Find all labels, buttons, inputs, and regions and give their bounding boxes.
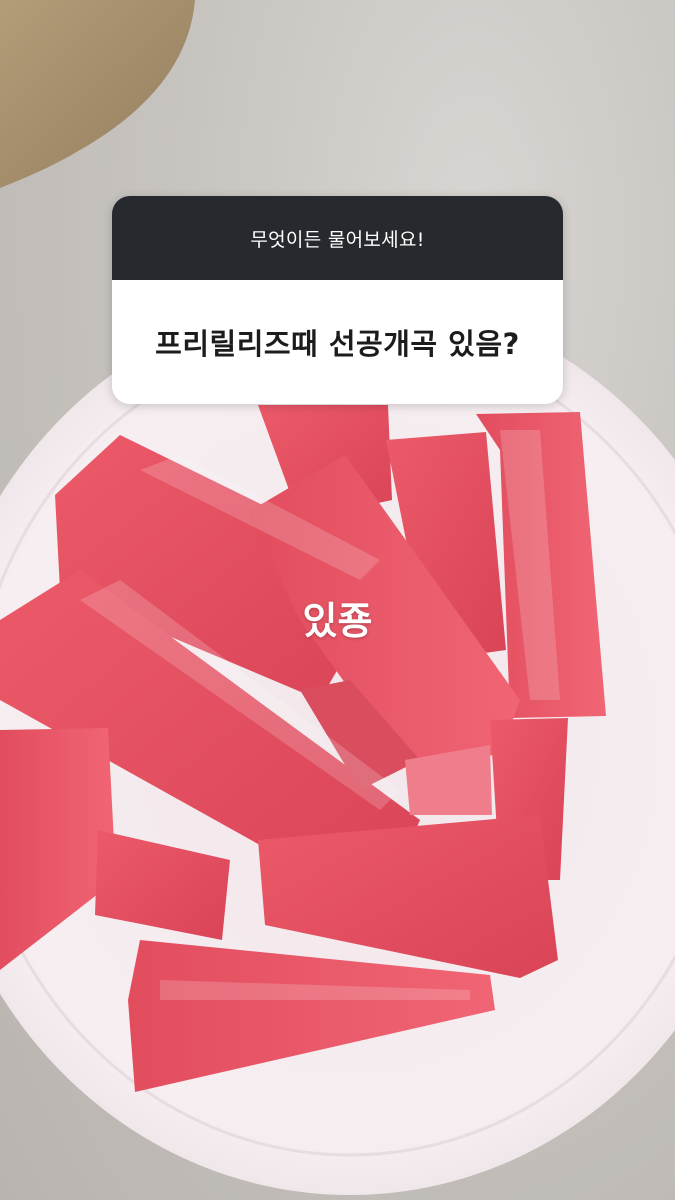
answer-text: 있죵 <box>302 599 373 643</box>
question-sticker-prompt: 무엇이든 물어보세요! <box>112 196 563 280</box>
paper-bag <box>0 0 195 188</box>
question-sticker[interactable]: 무엇이든 물어보세요! 프리릴리즈때 선공개곡 있음? <box>112 196 563 404</box>
question-sticker-question: 프리릴리즈때 선공개곡 있음? <box>112 280 563 404</box>
